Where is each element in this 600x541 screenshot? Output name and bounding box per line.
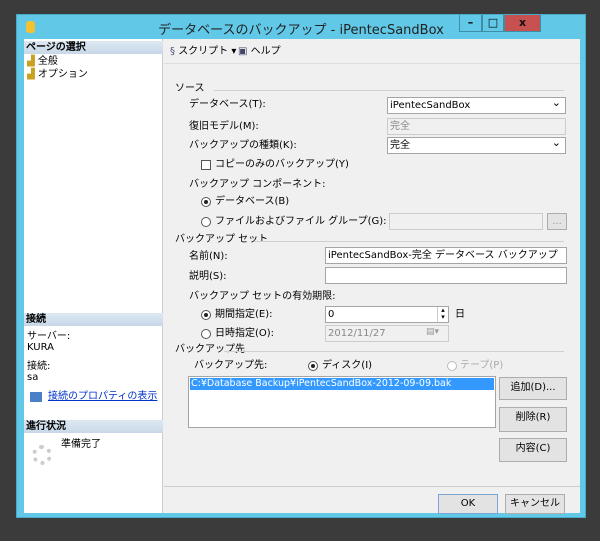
tape-label: テープ(P) <box>460 360 504 371</box>
connection-properties-icon <box>30 392 42 402</box>
recovery-model-label: 復旧モデル(M): <box>189 121 259 132</box>
database-select[interactable]: iPentecSandBox <box>387 97 566 114</box>
backup-type-label: バックアップの種類(K): <box>189 140 297 151</box>
component-database-label: データベース(B) <box>215 196 290 207</box>
backup-component-label: バックアップ コンポーネント: <box>189 179 326 190</box>
disk-radio[interactable] <box>308 361 318 371</box>
dialog-window: データベースのバックアップ - iPentecSandBox – □ x ページ… <box>16 14 586 518</box>
footer-divider <box>164 486 580 487</box>
connection-header: 接続 <box>24 313 163 326</box>
help-button[interactable]: ▣ ヘルプ <box>238 46 281 58</box>
ok-button[interactable]: OK <box>438 494 498 514</box>
tape-radio[interactable] <box>447 361 457 371</box>
server-value: KURA <box>27 342 54 353</box>
help-icon: ▣ <box>238 46 248 57</box>
page-item-general[interactable]: ▟ 全般 <box>27 56 58 68</box>
script-button[interactable]: § スクリプト ▾ <box>170 46 236 58</box>
disk-label: ディスク(I) <box>322 360 373 371</box>
backup-type-select[interactable]: 完全 <box>387 137 566 154</box>
cancel-button[interactable]: キャンセル <box>505 494 565 514</box>
page-icon: ▟ <box>27 56 35 67</box>
description-input[interactable] <box>325 267 567 284</box>
toolbar-divider <box>164 63 580 64</box>
destination-list[interactable]: C:¥Database Backup¥iPentecSandBox-2012-0… <box>188 376 496 428</box>
expire-after-label: 期間指定(E): <box>215 309 273 320</box>
progress-status: 準備完了 <box>61 439 101 450</box>
add-button[interactable]: 追加(D)... <box>499 377 567 400</box>
script-icon: § <box>170 46 175 57</box>
page-item-options[interactable]: ▟ オプション <box>27 69 88 81</box>
page-select-header: ページの選択 <box>24 41 163 54</box>
database-label: データベース(T): <box>189 99 266 110</box>
backup-to-label: バックアップ先: <box>194 360 268 371</box>
divider <box>214 90 564 91</box>
close-button[interactable]: x <box>504 15 541 32</box>
dialog-client: ページの選択 ▟ 全般 ▟ オプション 接続 サーバー: KURA 接続: sa… <box>24 39 580 514</box>
script-label: スクリプト <box>178 46 229 57</box>
component-files-radio[interactable] <box>201 217 211 227</box>
left-panel: ページの選択 ▟ 全般 ▟ オプション 接続 サーバー: KURA 接続: sa… <box>24 39 163 513</box>
expiration-label: バックアップ セットの有効期限: <box>189 291 336 302</box>
expire-on-radio[interactable] <box>201 329 211 339</box>
divider <box>224 351 564 352</box>
copy-only-label: コピーのみのバックアップ(Y) <box>215 159 349 170</box>
browse-files-button[interactable]: ... <box>547 213 567 230</box>
component-database-radio[interactable] <box>201 197 211 207</box>
name-input[interactable]: iPentecSandBox-完全 データベース バックアップ <box>325 247 567 264</box>
page-icon: ▟ <box>27 69 35 80</box>
minimize-button[interactable]: – <box>459 15 482 32</box>
calendar-icon[interactable]: ▤▾ <box>426 327 439 337</box>
copy-only-checkbox[interactable] <box>201 160 211 170</box>
expire-days-spinner[interactable]: 0 <box>325 306 449 323</box>
source-group-label: ソース <box>175 83 205 94</box>
days-label: 日 <box>455 309 465 320</box>
expire-after-radio[interactable] <box>201 310 211 320</box>
view-connection-properties-link[interactable]: 接続のプロパティの表示 <box>48 391 157 403</box>
expire-on-label: 日時指定(O): <box>215 328 275 339</box>
contents-button[interactable]: 内容(C) <box>499 438 567 462</box>
file-groups-field <box>389 213 543 230</box>
page-label: 全般 <box>37 56 58 67</box>
maximize-button[interactable]: □ <box>482 15 504 32</box>
name-label: 名前(N): <box>189 251 228 262</box>
page-label: オプション <box>37 69 88 80</box>
remove-button[interactable]: 削除(R) <box>499 407 567 432</box>
description-label: 説明(S): <box>189 271 227 282</box>
help-label: ヘルプ <box>250 46 281 57</box>
destination-list-item[interactable]: C:¥Database Backup¥iPentecSandBox-2012-0… <box>190 378 494 390</box>
dropdown-arrow-icon[interactable]: ▾ <box>231 46 236 57</box>
component-files-label: ファイルおよびファイル グループ(G): <box>215 216 387 227</box>
progress-spinner-icon <box>32 445 52 465</box>
progress-header: 進行状況 <box>24 420 163 433</box>
recovery-model-field: 完全 <box>387 118 566 135</box>
destination-group-label: バックアップ先 <box>175 344 245 355</box>
backup-set-group-label: バックアップ セット <box>175 234 269 245</box>
divider <box>254 241 564 242</box>
spinner-arrows-icon[interactable]: ▴ ▾ <box>437 307 448 322</box>
connection-value: sa <box>27 372 39 383</box>
